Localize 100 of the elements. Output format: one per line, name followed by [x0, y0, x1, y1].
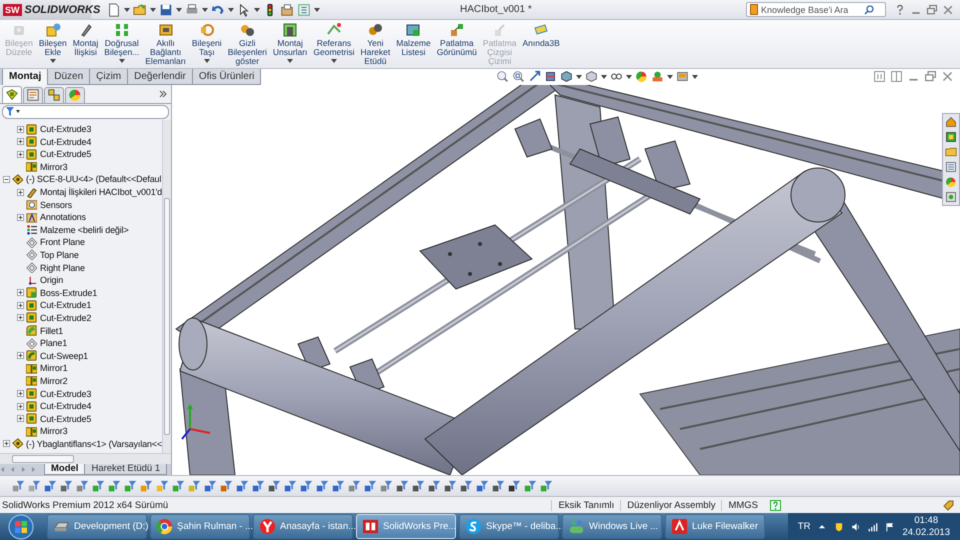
expand-toggle[interactable]: [17, 352, 24, 360]
tag-icon[interactable]: [943, 500, 954, 511]
shield-icon[interactable]: [834, 522, 844, 532]
tree-item[interactable]: Right Plane: [40, 262, 85, 273]
viewport-split-icon[interactable]: [873, 70, 886, 84]
caret-icon[interactable]: [692, 74, 698, 79]
appearance-ball-icon[interactable]: [635, 70, 648, 84]
selection-filter-icon[interactable]: [476, 480, 489, 493]
selection-filter-icon[interactable]: [396, 480, 409, 493]
view-palette-icon[interactable]: [945, 160, 957, 173]
flag-icon[interactable]: [885, 522, 896, 532]
tree-item[interactable]: Malzeme <belirli değil>: [40, 224, 129, 235]
caret-icon[interactable]: [330, 59, 337, 63]
selection-filter-icon[interactable]: [268, 480, 281, 493]
configuration-tab[interactable]: [44, 86, 64, 103]
search-icon[interactable]: [864, 4, 874, 14]
tree-item[interactable]: Front Plane: [40, 237, 85, 248]
caret-icon[interactable]: [124, 8, 130, 12]
tree-item[interactable]: Origin: [40, 275, 64, 286]
taskbar-button[interactable]: Windows Live ...: [562, 514, 662, 540]
home-icon[interactable]: [945, 116, 957, 128]
tree-item[interactable]: (-) Ybaglantiflans<1> (Varsayılan<<: [26, 438, 162, 449]
selection-filter-icon[interactable]: [252, 480, 265, 493]
ribbon-command[interactable]: Bileşen Ekle: [36, 22, 70, 68]
tree-item[interactable]: Cut-Extrude3: [40, 124, 92, 134]
ribbon-command[interactable]: Referans Geometrisi: [310, 22, 358, 68]
taskbar-button[interactable]: Luke Filewalker: [665, 514, 765, 540]
language-indicator[interactable]: TR: [798, 521, 810, 532]
signal-bars-icon[interactable]: [868, 522, 878, 532]
pointer-icon[interactable]: [237, 2, 251, 16]
tree-item[interactable]: Cut-Extrude4: [40, 136, 92, 147]
model-tab[interactable]: Hareket Etüdü 1: [84, 464, 168, 475]
tree-item[interactable]: Boss-Extrude1: [40, 288, 98, 298]
ribbon-command[interactable]: Gizli Bileşenleri göster: [224, 22, 270, 68]
tree-item[interactable]: Mirror3: [40, 426, 68, 436]
expand-toggle[interactable]: [17, 415, 24, 422]
caret-icon[interactable]: [667, 74, 674, 79]
ribbon-tab[interactable]: Değerlendir: [127, 69, 193, 85]
ribbon-command[interactable]: Doğrusal Bileşen...: [101, 22, 142, 68]
options-icon[interactable]: [297, 2, 311, 16]
tree-item[interactable]: Cut-Extrude5: [40, 414, 92, 424]
caret-icon[interactable]: [626, 74, 632, 79]
zoom-to-fit-icon[interactable]: [496, 70, 510, 84]
tree-item[interactable]: Plane1: [40, 338, 68, 348]
selection-filter-icon[interactable]: [284, 480, 297, 493]
tree-item[interactable]: Cut-Extrude4: [40, 401, 92, 412]
folder-icon[interactable]: [945, 146, 957, 158]
property-tab[interactable]: [23, 86, 43, 103]
expand-toggle[interactable]: [17, 138, 24, 146]
selection-filter-icon[interactable]: [508, 480, 521, 493]
caret-icon[interactable]: [314, 8, 320, 12]
caret-icon[interactable]: [576, 74, 582, 79]
expand-toggle[interactable]: [17, 126, 24, 133]
appearance-tab[interactable]: [65, 86, 85, 103]
start-button[interactable]: [6, 514, 36, 540]
help-icon[interactable]: [894, 4, 906, 16]
tree-item[interactable]: Cut-Extrude5: [40, 149, 92, 160]
ribbon-command[interactable]: Montaj Unsurları: [270, 22, 310, 68]
taskbar-button[interactable]: Anasayfa - istan...: [253, 514, 353, 540]
selection-filter-icon[interactable]: [332, 480, 345, 493]
ribbon-command[interactable]: Montaj İlişkisi: [70, 22, 102, 68]
selection-filter-icon[interactable]: [316, 480, 329, 493]
caret-icon[interactable]: [50, 59, 56, 63]
expand-toggle[interactable]: [17, 402, 24, 410]
selection-filter-icon[interactable]: [428, 480, 441, 493]
tree-item[interactable]: Sensors: [40, 200, 72, 210]
selection-filter-icon[interactable]: [364, 480, 377, 493]
caret-icon[interactable]: [118, 59, 125, 63]
new-document-icon[interactable]: [107, 2, 121, 16]
close-icon[interactable]: [941, 70, 954, 84]
tree-item[interactable]: Cut-Extrude1: [40, 300, 92, 310]
file-properties-icon[interactable]: [280, 2, 294, 16]
ribbon-tab[interactable]: Ofis Ürünleri: [192, 69, 262, 85]
filter-field[interactable]: [2, 104, 169, 119]
expand-toggle[interactable]: [17, 289, 24, 296]
close-icon[interactable]: [942, 4, 954, 16]
expand-toggle[interactable]: [17, 214, 24, 221]
tree-item[interactable]: Montaj İlişkileri HACIbot_v001'd: [40, 187, 162, 198]
viewport-split-icon[interactable]: [890, 70, 903, 84]
ribbon-tab[interactable]: Çizim: [89, 69, 128, 85]
previous-view-icon[interactable]: [528, 70, 542, 84]
selection-filter-icon[interactable]: [60, 480, 73, 493]
tree-item[interactable]: Mirror3: [40, 162, 68, 172]
caret-icon[interactable]: [601, 74, 608, 79]
ribbon-command[interactable]: Akıllı Bağlantı Elemanları: [142, 22, 189, 68]
caret-icon[interactable]: [176, 8, 182, 12]
tree-item[interactable]: Mirror1: [40, 363, 68, 374]
ribbon-tab[interactable]: Montaj: [2, 69, 48, 85]
expand-toggle[interactable]: [17, 150, 24, 158]
caret-icon[interactable]: [228, 8, 234, 12]
tree-item[interactable]: Cut-Sweep1: [40, 350, 88, 361]
tree-item[interactable]: Cut-Extrude3: [40, 388, 92, 399]
selection-filter-icon[interactable]: [444, 480, 457, 493]
tree-item[interactable]: Fillet1: [40, 326, 63, 336]
printer-icon[interactable]: [185, 2, 199, 16]
tree-item[interactable]: Top Plane: [40, 250, 79, 260]
tree-item[interactable]: (-) SCE-8-UU<4> (Default<<Defaul: [26, 174, 162, 184]
view-settings-icon[interactable]: [676, 70, 690, 84]
help-icon[interactable]: [770, 500, 781, 511]
ribbon-command[interactable]: Anında3B: [519, 22, 563, 68]
